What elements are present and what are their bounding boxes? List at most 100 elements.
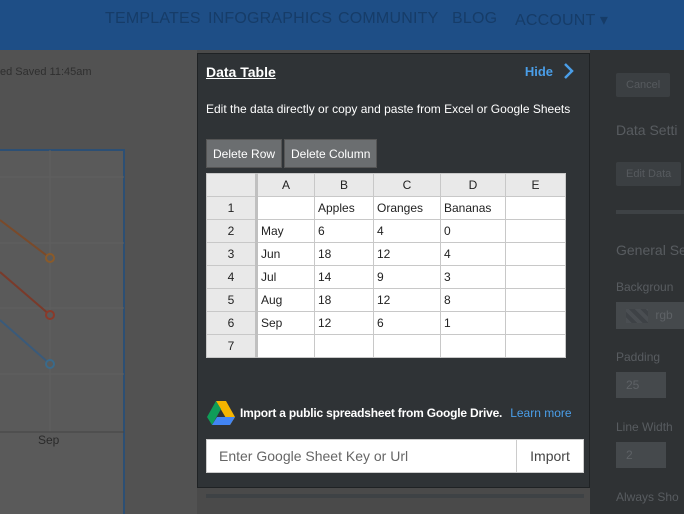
background-input[interactable]: rgb bbox=[616, 302, 684, 329]
background-label: Backgroun bbox=[616, 280, 674, 294]
grid-cell[interactable] bbox=[373, 334, 441, 358]
grid-cell[interactable]: 4 bbox=[440, 242, 506, 266]
chart-preview: Sep bbox=[0, 149, 125, 514]
modal-title: Data Table bbox=[206, 64, 276, 80]
hide-button[interactable]: Hide bbox=[525, 63, 575, 79]
column-header[interactable]: B bbox=[314, 173, 374, 197]
nav-blog[interactable]: BLOG bbox=[452, 10, 497, 28]
edit-data-button[interactable]: Edit Data bbox=[616, 162, 682, 186]
color-swatch-icon bbox=[626, 308, 648, 323]
grid-cell[interactable]: 12 bbox=[373, 242, 441, 266]
grid-cell[interactable]: 1 bbox=[440, 311, 506, 335]
nav-infographics[interactable]: INFOGRAPHICS bbox=[208, 10, 332, 28]
chart-frame bbox=[0, 149, 125, 514]
grid-cell[interactable]: 14 bbox=[314, 265, 374, 289]
learn-more-link[interactable]: Learn more bbox=[510, 406, 571, 420]
x-axis-tick: Sep bbox=[38, 433, 60, 447]
line-width-input[interactable]: 2 bbox=[616, 442, 666, 468]
sheet-key-input[interactable] bbox=[207, 440, 516, 472]
grid-cell[interactable]: 0 bbox=[440, 219, 506, 243]
grid-cell[interactable] bbox=[505, 242, 566, 266]
cancel-button[interactable]: Cancel bbox=[616, 73, 671, 97]
table-row: 2 May 6 4 0 bbox=[206, 219, 566, 243]
padding-input[interactable]: 25 bbox=[616, 372, 666, 398]
top-nav: TEMPLATES INFOGRAPHICS COMMUNITY BLOG AC… bbox=[0, 0, 684, 50]
table-row: 5 Aug 18 12 8 bbox=[206, 288, 566, 312]
chart-preview-pane: ed Saved 11:45am Sep bbox=[0, 50, 197, 514]
column-header[interactable]: E bbox=[505, 173, 566, 197]
grid-cell[interactable]: Sep bbox=[256, 311, 315, 335]
grid-cell[interactable]: 8 bbox=[440, 288, 506, 312]
row-header[interactable]: 5 bbox=[206, 288, 258, 312]
modal-description: Edit the data directly or copy and paste… bbox=[206, 102, 571, 116]
grid-cell[interactable]: Jul bbox=[256, 265, 315, 289]
table-row: 3 Jun 18 12 4 bbox=[206, 242, 566, 266]
padding-label: Padding bbox=[616, 350, 661, 364]
row-header[interactable]: 3 bbox=[206, 242, 258, 266]
row-header[interactable]: 4 bbox=[206, 265, 258, 289]
table-row: 1 Apples Oranges Bananas bbox=[206, 196, 566, 220]
grid-cell[interactable]: 3 bbox=[440, 265, 506, 289]
series-point-2 bbox=[45, 310, 55, 320]
data-grid: A B C D E 1 Apples Oranges Bananas 2 May 6 4 0 3 Jun 18 1… bbox=[206, 173, 566, 358]
series-point-1 bbox=[45, 253, 55, 263]
grid-cell[interactable]: 9 bbox=[373, 265, 441, 289]
row-header[interactable]: 6 bbox=[206, 311, 258, 335]
row-header[interactable]: 7 bbox=[206, 334, 258, 358]
grid-cell[interactable]: 4 bbox=[373, 219, 441, 243]
series-point-3 bbox=[45, 359, 55, 369]
grid-cell[interactable]: Aug bbox=[256, 288, 315, 312]
grid-cell[interactable] bbox=[256, 334, 315, 358]
data-settings-heading: Data Setti bbox=[616, 122, 678, 138]
google-drive-import-row: Import a public spreadsheet from Google … bbox=[206, 400, 572, 426]
grid-cell[interactable] bbox=[440, 334, 506, 358]
table-row: 4 Jul 14 9 3 bbox=[206, 265, 566, 289]
general-settings-heading: General Se bbox=[616, 242, 684, 258]
grid-cell[interactable]: Apples bbox=[314, 196, 374, 220]
divider bbox=[616, 210, 684, 214]
row-header[interactable]: 1 bbox=[206, 196, 258, 220]
line-width-label: Line Width bbox=[616, 420, 673, 434]
grid-cell[interactable] bbox=[505, 311, 566, 335]
hide-label: Hide bbox=[524, 63, 553, 79]
grid-corner[interactable] bbox=[206, 173, 258, 197]
row-header[interactable]: 2 bbox=[206, 219, 258, 243]
grid-cell[interactable]: Oranges bbox=[373, 196, 441, 220]
delete-row-button[interactable]: Delete Row bbox=[206, 139, 283, 168]
grid-cell[interactable]: 6 bbox=[314, 219, 374, 243]
grid-cell[interactable] bbox=[505, 196, 566, 220]
delete-column-button[interactable]: Delete Column bbox=[284, 139, 378, 168]
google-drive-text: Import a public spreadsheet from Google … bbox=[240, 406, 503, 420]
column-header[interactable]: A bbox=[256, 173, 315, 197]
grid-cell[interactable]: May bbox=[256, 219, 315, 243]
grid-cell[interactable] bbox=[505, 334, 566, 358]
grid-cell[interactable]: 12 bbox=[314, 311, 374, 335]
grid-cell[interactable]: 6 bbox=[373, 311, 441, 335]
grid-cell[interactable]: 12 bbox=[373, 288, 441, 312]
grid-cell[interactable] bbox=[314, 334, 374, 358]
grid-cell[interactable]: 18 bbox=[314, 288, 374, 312]
grid-cell[interactable] bbox=[505, 288, 566, 312]
data-table-modal: Data Table Hide Edit the data directly o… bbox=[197, 53, 590, 498]
column-header[interactable]: D bbox=[440, 173, 506, 197]
chevron-right-icon bbox=[564, 63, 574, 79]
table-row: 7 bbox=[206, 334, 566, 358]
grid-cell[interactable] bbox=[505, 265, 566, 289]
settings-pane: Cancel Data Setti Edit Data General Se B… bbox=[590, 50, 684, 514]
background-value: rgb bbox=[655, 308, 673, 322]
always-show-label: Always Sho bbox=[616, 490, 679, 504]
column-header[interactable]: C bbox=[373, 173, 441, 197]
nav-community[interactable]: COMMUNITY bbox=[338, 10, 438, 28]
grid-cell[interactable] bbox=[505, 219, 566, 243]
table-row: 6 Sep 12 6 1 bbox=[206, 311, 566, 335]
divider bbox=[206, 494, 584, 498]
grid-cell[interactable]: Jun bbox=[256, 242, 315, 266]
grid-cell[interactable]: 18 bbox=[314, 242, 374, 266]
import-form: Import bbox=[206, 439, 584, 473]
google-drive-icon bbox=[207, 401, 235, 425]
nav-account[interactable]: ACCOUNT ▾ bbox=[515, 10, 608, 30]
grid-cell[interactable] bbox=[256, 196, 315, 220]
nav-templates[interactable]: TEMPLATES bbox=[105, 10, 201, 28]
import-button[interactable]: Import bbox=[516, 440, 583, 472]
grid-cell[interactable]: Bananas bbox=[440, 196, 506, 220]
